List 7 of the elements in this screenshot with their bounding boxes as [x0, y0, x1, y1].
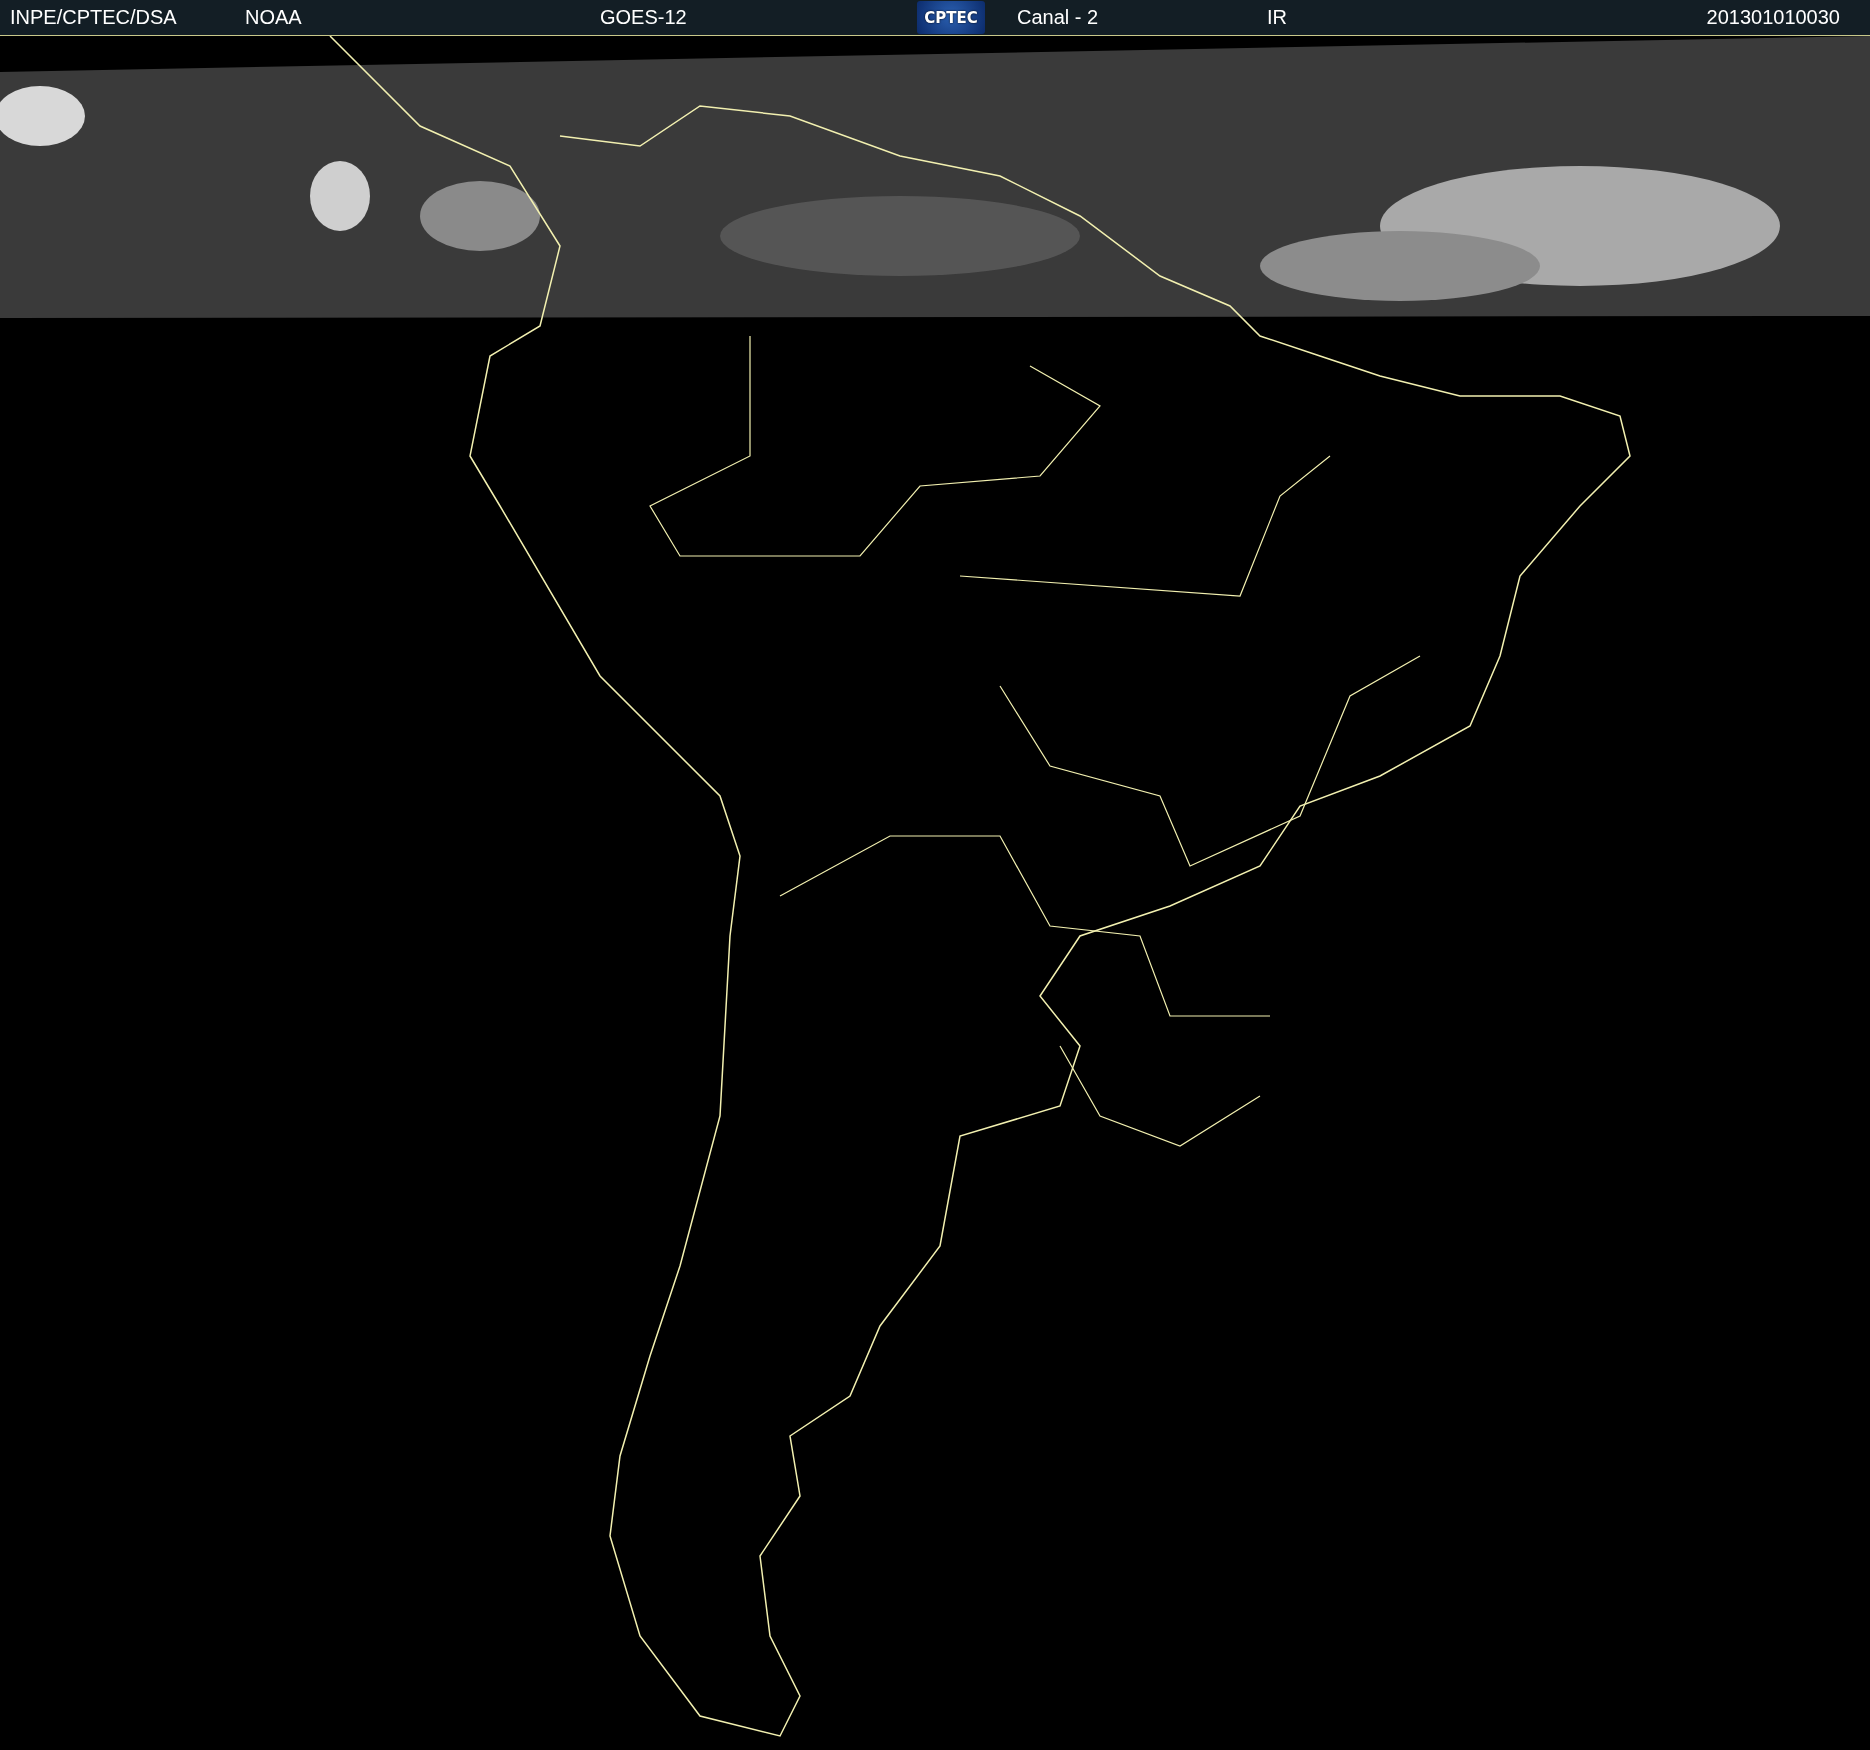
band-label: IR	[1267, 6, 1287, 29]
channel-label: Canal - 2	[1017, 6, 1099, 29]
logo: CPTEC	[917, 1, 985, 34]
source-label: INPE/CPTEC/DSA	[10, 6, 177, 29]
timestamp-label: 201301010030	[1706, 6, 1840, 29]
satellite-label: GOES-12	[600, 6, 687, 29]
agency-label: NOAA	[245, 6, 302, 29]
